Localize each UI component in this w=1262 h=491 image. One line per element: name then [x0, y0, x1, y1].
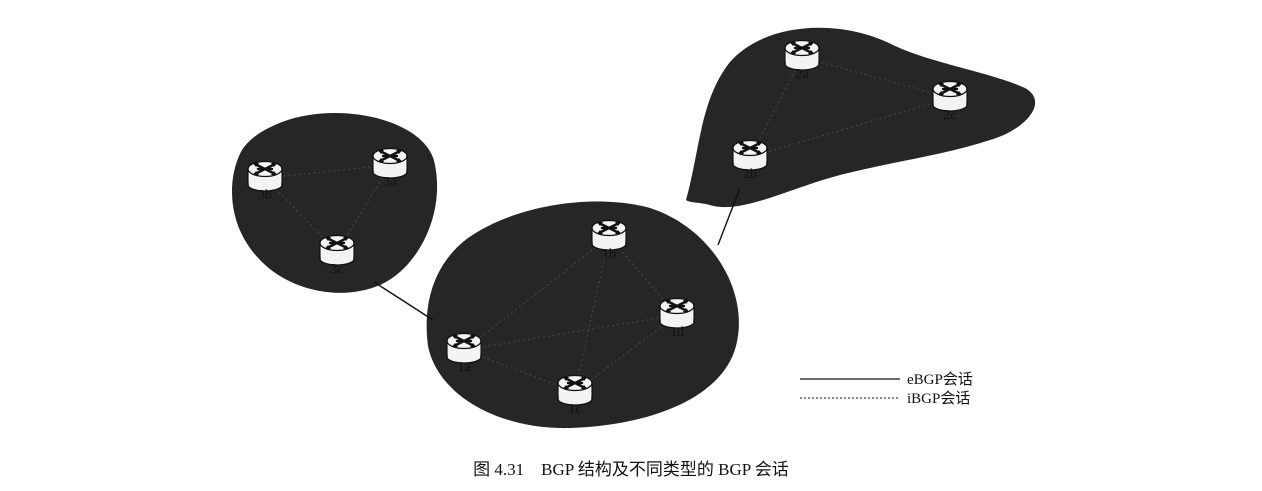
router-icon	[371, 147, 409, 180]
router-label-3c: 3c	[330, 262, 343, 277]
router-label-2c: 2c	[943, 108, 956, 123]
router-label-3a: 3a	[383, 175, 397, 190]
ebgp-link-3c-1a	[373, 281, 434, 321]
router-label-1c: 1c	[568, 402, 581, 417]
router-icon	[658, 297, 696, 330]
legend: eBGP会话 iBGP会话	[800, 371, 973, 407]
figure-caption: 图 4.31 BGP 结构及不同类型的 BGP 会话	[473, 460, 789, 479]
router-icon	[556, 374, 594, 407]
router-icon	[246, 160, 284, 193]
router-label-2b: 2b	[743, 167, 757, 182]
legend-ibgp-label: iBGP会话	[907, 390, 970, 407]
router-icon	[783, 39, 821, 72]
router-label-1b: 1b	[602, 247, 616, 262]
bgp-diagram: 3a 3b 3c 2a 2b 2c 1b 1d 1a 1c eBGP会话 iBG…	[232, 27, 1036, 429]
router-icon	[731, 139, 769, 172]
router-label-1a: 1a	[457, 360, 471, 375]
router-icon	[318, 234, 356, 267]
router-label-3b: 3b	[258, 188, 272, 203]
router-icon	[931, 80, 969, 113]
router-label-2a: 2a	[795, 67, 809, 82]
router-icon	[590, 219, 628, 252]
router-label-1d: 1d	[670, 325, 684, 340]
router-icon	[445, 332, 483, 365]
as2-region	[686, 27, 1036, 208]
legend-ebgp-label: eBGP会话	[907, 371, 973, 388]
